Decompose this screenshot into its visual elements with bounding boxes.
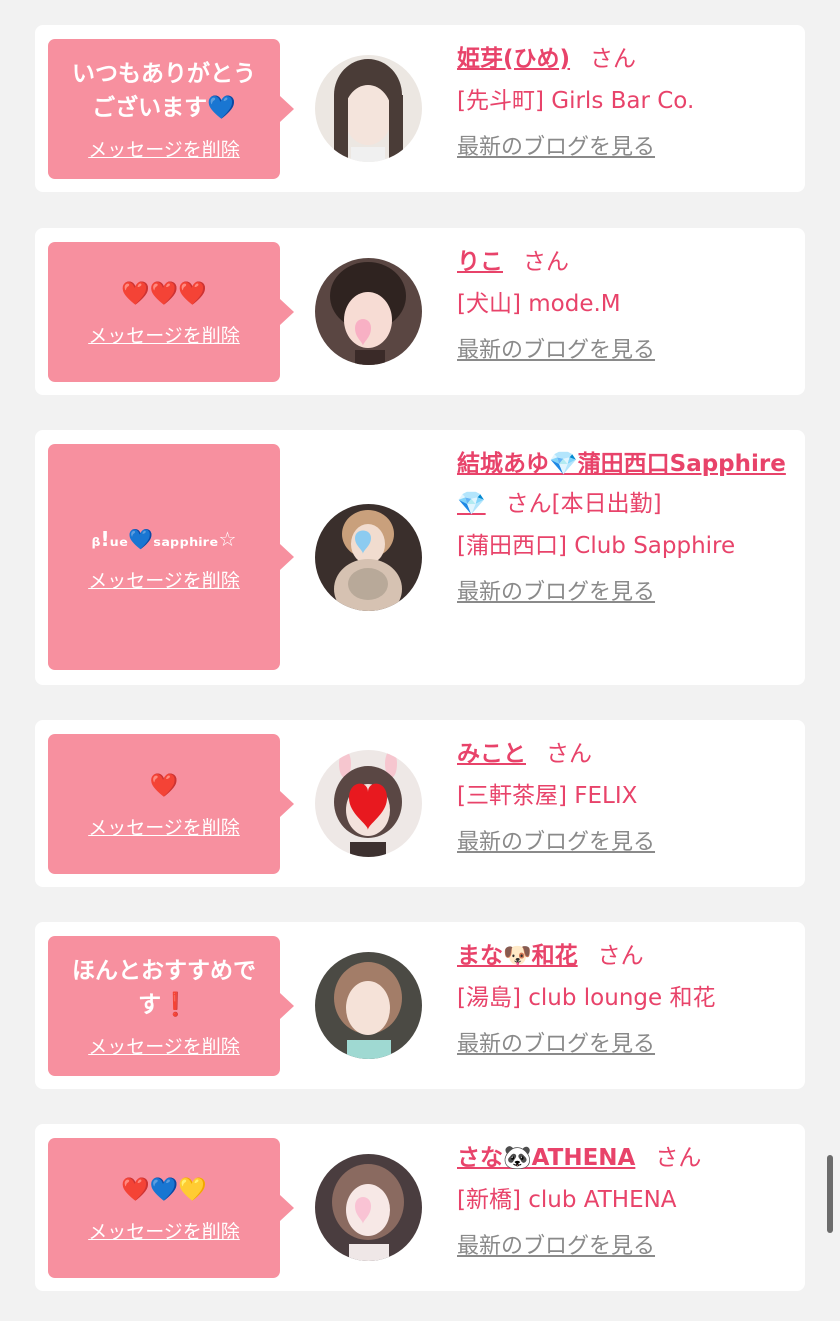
message-text: ❤️❤️❤️ [121,280,207,307]
message-bubble: いつもありがとう ございます💙 メッセージを削除 [48,39,294,179]
honorific: さん[本日出勤] [505,491,662,517]
honorific: さん [655,1145,702,1171]
message-text: ほんとおすすめで す❗️ [72,957,256,1018]
cast-info: まな🐶和花 さん [湯島] club lounge 和花 最新のブログを見る [457,936,787,1058]
cast-name-link[interactable]: さな🐼ATHENA [457,1145,635,1171]
delete-message-link[interactable]: メッセージを削除 [88,566,240,593]
latest-blog-link[interactable]: 最新のブログを見る [457,1026,655,1058]
message-bubble: ᵦ!ᵤₑ💙ₛₐₚₚₕᵢᵣₑ☆ メッセージを削除 [48,444,294,670]
cast-card: ❤️💙💛 メッセージを削除 さな🐼ATHENA さん [新橋] club ATHE… [35,1124,805,1291]
avatar-image [315,258,422,365]
avatar-image [315,55,422,162]
avatar[interactable] [315,952,422,1059]
cast-info: さな🐼ATHENA さん [新橋] club ATHENA 最新のブログを見る [457,1138,787,1260]
message-text: ᵦ!ᵤₑ💙ₛₐₚₚₕᵢᵣₑ☆ [91,526,237,551]
honorific: さん [590,46,637,72]
avatar-image [315,1154,422,1261]
cast-name-link[interactable]: りこ [457,249,503,275]
honorific: さん [523,249,569,275]
latest-blog-link[interactable]: 最新のブログを見る [457,129,655,161]
message-bubble: ほんとおすすめで す❗️ メッセージを削除 [48,936,294,1076]
name-line: りこ さん [457,242,787,282]
shop-name: [犬山] mode.M [457,291,621,317]
message-bubble: ❤️ メッセージを削除 [48,734,294,874]
delete-message-link[interactable]: メッセージを削除 [88,135,240,162]
shop-name: [新橋] club ATHENA [457,1187,677,1213]
message-text: ❤️ [149,772,179,799]
cast-name-link[interactable]: 姫芽(ひめ) [457,46,570,72]
name-line: 結城あゆ💎蒲田西口Sapphire💎 さん[本日出勤] [457,444,787,524]
delete-message-link[interactable]: メッセージを削除 [88,321,240,348]
message-text: いつもありがとう ございます💙 [72,60,256,121]
cast-info: りこ さん [犬山] mode.M 最新のブログを見る [457,242,787,364]
name-line: みこと さん [457,734,787,774]
delete-message-link[interactable]: メッセージを削除 [88,1032,240,1059]
cast-card: いつもありがとう ございます💙 メッセージを削除 姫芽(ひめ) さん [先斗町] … [35,25,805,192]
shop-name: [蒲田西口] Club Sapphire [457,533,736,559]
honorific: さん [597,943,644,969]
message-bubble: ❤️❤️❤️ メッセージを削除 [48,242,294,382]
shop-name: [先斗町] Girls Bar Co. [457,88,695,114]
avatar[interactable] [315,258,422,365]
avatar[interactable] [315,504,422,611]
latest-blog-link[interactable]: 最新のブログを見る [457,332,655,364]
cast-name-link[interactable]: まな🐶和花 [457,943,578,969]
avatar[interactable] [315,1154,422,1261]
avatar-image [315,504,422,611]
cast-card: ほんとおすすめで す❗️ メッセージを削除 まな🐶和花 さん [湯島] club … [35,922,805,1089]
latest-blog-link[interactable]: 最新のブログを見る [457,1228,655,1260]
cast-info: 結城あゆ💎蒲田西口Sapphire💎 さん[本日出勤] [蒲田西口] Club S… [457,444,787,606]
name-line: 姫芽(ひめ) さん [457,39,787,79]
delete-message-link[interactable]: メッセージを削除 [88,813,240,840]
avatar[interactable] [315,750,422,857]
name-line: まな🐶和花 さん [457,936,787,976]
avatar-image [315,750,422,857]
cast-card: ᵦ!ᵤₑ💙ₛₐₚₚₕᵢᵣₑ☆ メッセージを削除 結城あゆ💎蒲田西口Sapphir… [35,430,805,685]
avatar-image [315,952,422,1059]
latest-blog-link[interactable]: 最新のブログを見る [457,824,655,856]
cast-info: みこと さん [三軒茶屋] FELIX 最新のブログを見る [457,734,787,856]
avatar[interactable] [315,55,422,162]
shop-name: [三軒茶屋] FELIX [457,783,638,809]
cast-info: 姫芽(ひめ) さん [先斗町] Girls Bar Co. 最新のブログを見る [457,39,787,161]
scrollbar-thumb[interactable] [827,1155,833,1233]
latest-blog-link[interactable]: 最新のブログを見る [457,574,655,606]
message-text: ❤️💙💛 [121,1176,207,1203]
cast-name-link[interactable]: みこと [457,741,526,767]
delete-message-link[interactable]: メッセージを削除 [88,1217,240,1244]
name-line: さな🐼ATHENA さん [457,1138,787,1178]
message-bubble: ❤️💙💛 メッセージを削除 [48,1138,294,1278]
cast-card: ❤️❤️❤️ メッセージを削除 りこ さん [犬山] mode.M 最新のブログを… [35,228,805,395]
cast-card: ❤️ メッセージを削除 みこと さん [三軒茶屋] FELIX 最新のブログを見る [35,720,805,887]
shop-name: [湯島] club lounge 和花 [457,985,716,1011]
honorific: さん [546,741,592,767]
